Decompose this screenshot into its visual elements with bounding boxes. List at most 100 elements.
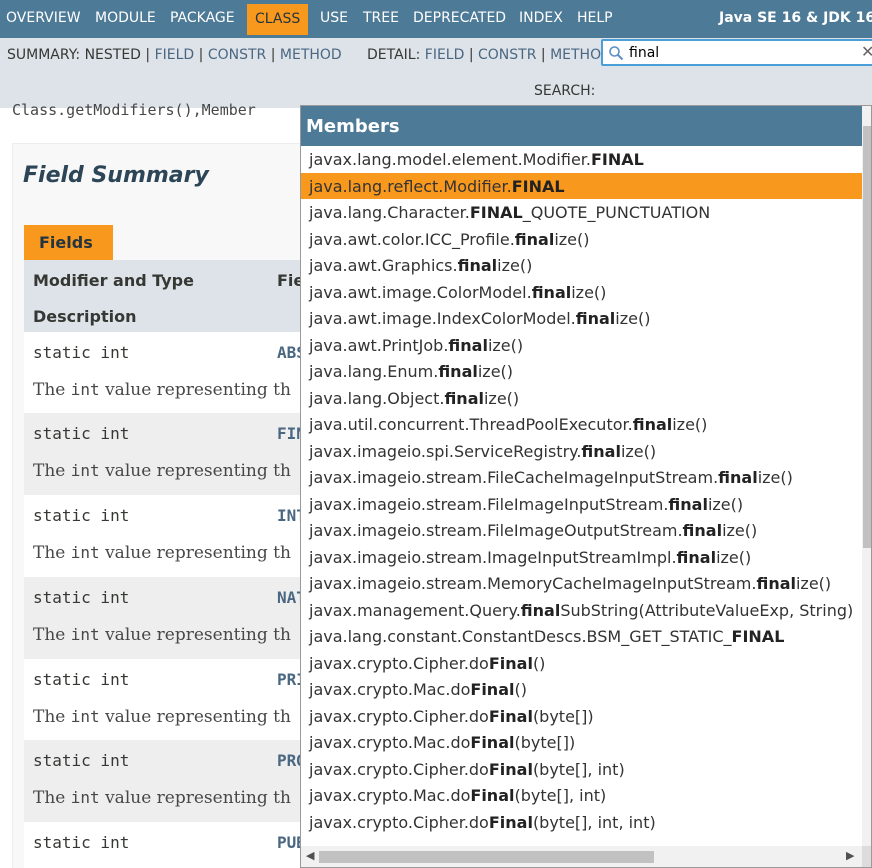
- autocomplete-item[interactable]: javax.crypto.Cipher.doFinal(): [301, 650, 862, 677]
- search-autocomplete-dropdown: Members javax.lang.model.element.Modifie…: [300, 105, 872, 868]
- item-prefix: javax.imageio.stream.FileCacheImageInput…: [309, 468, 719, 487]
- autocomplete-item[interactable]: javax.crypto.Cipher.doFinal(byte[]): [301, 703, 862, 730]
- autocomplete-item[interactable]: java.util.concurrent.ThreadPoolExecutor.…: [301, 411, 862, 438]
- item-suffix: ize(): [483, 388, 520, 408]
- autocomplete-item[interactable]: javax.lang.model.element.Modifier.FINAL: [301, 146, 862, 173]
- item-suffix: (): [514, 680, 527, 699]
- item-prefix: java.awt.color.ICC_Profile.: [309, 229, 515, 249]
- item-prefix: javax.crypto.Mac.do: [309, 786, 471, 805]
- autocomplete-item[interactable]: javax.imageio.stream.FileImageOutputStre…: [301, 517, 862, 544]
- item-match: Final: [470, 786, 515, 805]
- search-label: SEARCH:: [534, 83, 596, 99]
- summary-constr-link[interactable]: CONSTR: [208, 47, 266, 63]
- autocomplete-item[interactable]: javax.imageio.stream.FileImageInputStrea…: [301, 491, 862, 518]
- item-suffix: ize(): [554, 229, 590, 249]
- tab-fields[interactable]: Fields: [24, 225, 113, 260]
- item-suffix: (byte[]): [532, 706, 594, 726]
- scrollbar-thumb[interactable]: [319, 851, 654, 863]
- autocomplete-item[interactable]: java.awt.PrintJob.finalize(): [301, 332, 862, 359]
- item-suffix: (byte[], int): [532, 759, 625, 779]
- desc-code: int: [70, 543, 100, 562]
- desc-text: The: [33, 380, 71, 400]
- autocomplete-item[interactable]: java.lang.reflect.Modifier.FINAL: [301, 172, 862, 199]
- item-suffix: ize(): [795, 574, 832, 593]
- scroll-right-icon[interactable]: ▶: [846, 849, 854, 862]
- item-match: final: [531, 282, 572, 302]
- close-icon[interactable]: ✕: [861, 42, 872, 61]
- summary-field-link[interactable]: FIELD: [155, 47, 195, 63]
- nav-tree-link[interactable]: TREE: [363, 0, 399, 38]
- desc-text: The: [33, 461, 71, 481]
- autocomplete-item[interactable]: javax.imageio.spi.ServiceRegistry.finali…: [301, 438, 862, 465]
- autocomplete-item[interactable]: javax.imageio.stream.MemoryCacheImageInp…: [301, 570, 862, 597]
- item-match: Final: [470, 733, 515, 752]
- autocomplete-item[interactable]: java.lang.Object.finalize(): [301, 385, 862, 412]
- autocomplete-item[interactable]: java.awt.image.IndexColorModel.finalize(…: [301, 305, 862, 332]
- nav-help-link[interactable]: HELP: [577, 0, 613, 38]
- scrollbar-thumb[interactable]: [863, 126, 871, 548]
- item-match: FINAL: [511, 176, 565, 196]
- autocomplete-item[interactable]: java.awt.color.ICC_Profile.finalize(): [301, 226, 862, 253]
- autocomplete-item[interactable]: javax.crypto.Mac.doFinal(byte[]): [301, 729, 862, 756]
- search-field[interactable]: ✕: [601, 39, 872, 66]
- item-match: final: [676, 547, 717, 567]
- nav-overview-link[interactable]: OVERVIEW: [6, 0, 81, 38]
- detail-constr-link[interactable]: CONSTR: [478, 47, 536, 63]
- nav-index-link[interactable]: INDEX: [519, 0, 563, 38]
- separator: |: [270, 47, 276, 63]
- nav-package-link[interactable]: PACKAGE: [170, 0, 235, 38]
- autocomplete-item[interactable]: javax.crypto.Mac.doFinal(): [301, 676, 862, 703]
- item-match: final: [756, 574, 796, 593]
- item-prefix: javax.imageio.stream.FileImageOutputStre…: [309, 521, 683, 540]
- desc-code: int: [70, 380, 100, 399]
- item-prefix: javax.crypto.Cipher.do: [309, 812, 489, 832]
- item-match: final: [457, 256, 498, 275]
- autocomplete-item[interactable]: java.awt.image.ColorModel.finalize(): [301, 279, 862, 306]
- field-description: The int value representing th: [33, 625, 291, 645]
- summary-nav: SUMMARY: NESTED | FIELD | CONSTR | METHO…: [7, 47, 342, 63]
- scroll-left-icon[interactable]: ◀: [306, 849, 314, 862]
- item-prefix: java.lang.Enum.: [309, 362, 439, 381]
- autocomplete-item[interactable]: java.awt.Graphics.finalize(): [301, 252, 862, 279]
- item-match: Final: [488, 706, 533, 726]
- search-icon: [608, 45, 624, 65]
- item-prefix: javax.crypto.Mac.do: [309, 680, 471, 699]
- autocomplete-item[interactable]: java.lang.Character.FINAL_QUOTE_PUNCTUAT…: [301, 199, 862, 226]
- desc-code: int: [70, 625, 100, 644]
- horizontal-scrollbar[interactable]: ◀ ▶: [301, 846, 862, 867]
- autocomplete-item[interactable]: javax.imageio.stream.ImageInputStreamImp…: [301, 544, 862, 571]
- autocomplete-item[interactable]: java.lang.constant.ConstantDescs.BSM_GET…: [301, 623, 862, 650]
- item-match: final: [448, 335, 488, 355]
- desc-text: The: [33, 543, 71, 563]
- desc-text: value representing th: [99, 543, 291, 563]
- autocomplete-item[interactable]: javax.crypto.Cipher.doFinal(byte[], int): [301, 756, 862, 783]
- search-input[interactable]: [629, 42, 859, 64]
- detail-field-link[interactable]: FIELD: [425, 47, 465, 63]
- autocomplete-item[interactable]: javax.crypto.Cipher.doFinal(byte[], int,…: [301, 809, 862, 836]
- modifier-type: static int: [33, 670, 130, 689]
- detail-nav: DETAIL: FIELD | CONSTR | METHOD: [367, 47, 612, 63]
- autocomplete-item[interactable]: java.lang.Enum.finalize(): [301, 358, 862, 385]
- item-match: final: [438, 362, 478, 381]
- modifier-type: static int: [33, 833, 130, 852]
- top-navbar: OVERVIEW MODULE PACKAGE CLASS USE TREE D…: [0, 0, 872, 38]
- item-match: Final: [488, 812, 533, 832]
- item-suffix: ize(): [615, 309, 651, 328]
- autocomplete-item[interactable]: javax.crypto.Mac.doFinal(byte[], int): [301, 782, 862, 809]
- nav-class-current: CLASS: [247, 4, 309, 35]
- nav-deprecated-link[interactable]: DEPRECATED: [413, 0, 506, 38]
- item-suffix: ize(): [497, 256, 533, 275]
- item-suffix: ize(): [722, 521, 758, 540]
- modifier-type: static int: [33, 751, 130, 770]
- vertical-scrollbar[interactable]: [862, 106, 871, 846]
- detail-label: DETAIL:: [367, 47, 421, 63]
- autocomplete-item[interactable]: javax.management.Query.finalSubString(At…: [301, 597, 862, 624]
- nav-module-link[interactable]: MODULE: [95, 0, 156, 38]
- item-prefix: java.lang.reflect.Modifier.: [309, 176, 512, 196]
- nav-use-link[interactable]: USE: [320, 0, 348, 38]
- separator: |: [540, 47, 546, 63]
- summary-method-link[interactable]: METHOD: [280, 47, 342, 63]
- item-prefix: java.awt.Graphics.: [309, 256, 458, 275]
- autocomplete-item[interactable]: javax.imageio.stream.FileCacheImageInput…: [301, 464, 862, 491]
- desc-text: The: [33, 625, 71, 645]
